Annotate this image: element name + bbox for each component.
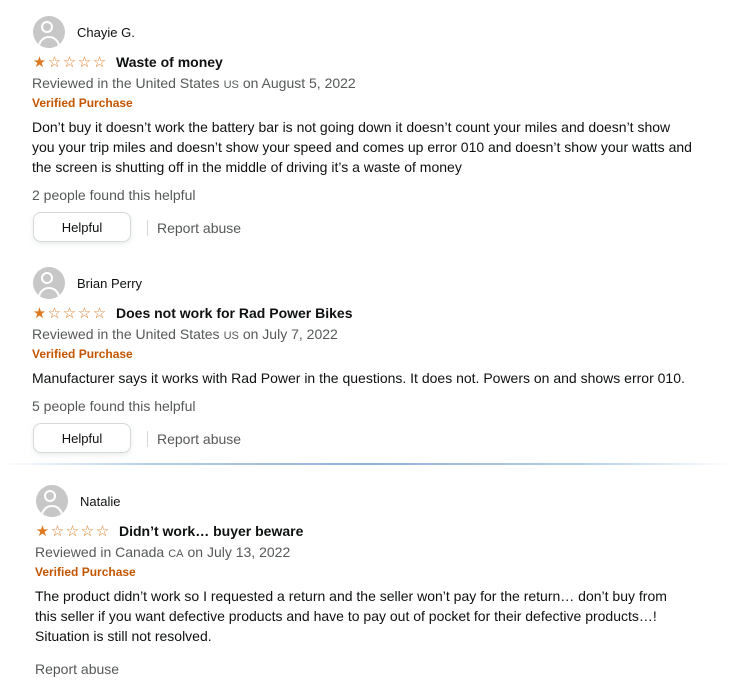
review-body: The product didn’t work so I requested a… <box>35 588 667 644</box>
star-empty-icon: ☆ <box>50 522 65 540</box>
review-body: Don’t buy it doesn’t work the battery ba… <box>32 119 692 175</box>
star-empty-icon: ☆ <box>80 522 95 540</box>
reviewer-name: Brian Perry <box>77 275 143 291</box>
star-empty-icon: ☆ <box>62 53 77 71</box>
star-filled-icon: ★ <box>32 53 47 71</box>
star-filled-icon: ★ <box>35 522 50 540</box>
star-empty-icon: ☆ <box>92 53 107 71</box>
star-empty-icon: ☆ <box>47 304 62 322</box>
star-empty-icon: ☆ <box>77 53 92 71</box>
review-meta: Reviewed in the United States US on August… <box>32 75 356 91</box>
star-rating[interactable]: ★ ☆ ☆ ☆ ☆ <box>35 524 110 539</box>
report-abuse-link[interactable]: Report abuse <box>157 220 241 236</box>
helpful-button[interactable]: Helpful <box>33 212 131 242</box>
section-divider <box>0 463 732 465</box>
helpful-button[interactable]: Helpful <box>33 423 131 453</box>
star-empty-icon: ☆ <box>92 304 107 322</box>
star-empty-icon: ☆ <box>77 304 92 322</box>
review-meta: Reviewed in the United States US on July 7… <box>32 326 338 342</box>
report-abuse-link[interactable]: Report abuse <box>157 431 241 447</box>
star-empty-icon: ☆ <box>65 522 80 540</box>
divider <box>147 220 148 236</box>
report-abuse-link[interactable]: Report abuse <box>35 661 119 677</box>
avatar <box>33 16 65 48</box>
country-code: US <box>223 79 239 91</box>
star-empty-icon: ☆ <box>62 304 77 322</box>
star-filled-icon: ★ <box>32 304 47 322</box>
helpful-count: 2 people found this helpful <box>32 187 196 203</box>
helpful-count: 5 people found this helpful <box>32 398 196 414</box>
review-meta: Reviewed in Canada CA on July 13, 2022 <box>35 544 291 560</box>
star-empty-icon: ☆ <box>47 53 62 71</box>
avatar <box>33 267 65 299</box>
reviewer-name: Chayie G. <box>77 24 135 40</box>
star-rating[interactable]: ★ ☆ ☆ ☆ ☆ <box>32 306 107 321</box>
divider <box>147 431 148 447</box>
reviewer-name: Natalie <box>80 493 121 509</box>
verified-purchase-badge[interactable]: Verified Purchase <box>32 347 133 361</box>
review-title[interactable]: Waste of money <box>116 54 223 70</box>
star-empty-icon: ☆ <box>95 522 110 540</box>
reviewer-profile[interactable]: Chayie G. <box>33 16 135 48</box>
review-title[interactable]: Does not work for Rad Power Bikes <box>116 305 353 321</box>
reviewer-profile[interactable]: Natalie <box>36 485 120 517</box>
review-body: Manufacturer says it works with Rad Powe… <box>32 370 685 386</box>
avatar <box>36 485 68 517</box>
reviewer-profile[interactable]: Brian Perry <box>33 267 142 299</box>
star-rating[interactable]: ★ ☆ ☆ ☆ ☆ <box>32 55 107 70</box>
review-title[interactable]: Didn’t work… buyer beware <box>119 523 303 539</box>
verified-purchase-badge[interactable]: Verified Purchase <box>32 96 133 110</box>
verified-purchase-badge[interactable]: Verified Purchase <box>35 565 136 579</box>
country-code: US <box>223 330 239 342</box>
country-code: CA <box>168 548 184 560</box>
